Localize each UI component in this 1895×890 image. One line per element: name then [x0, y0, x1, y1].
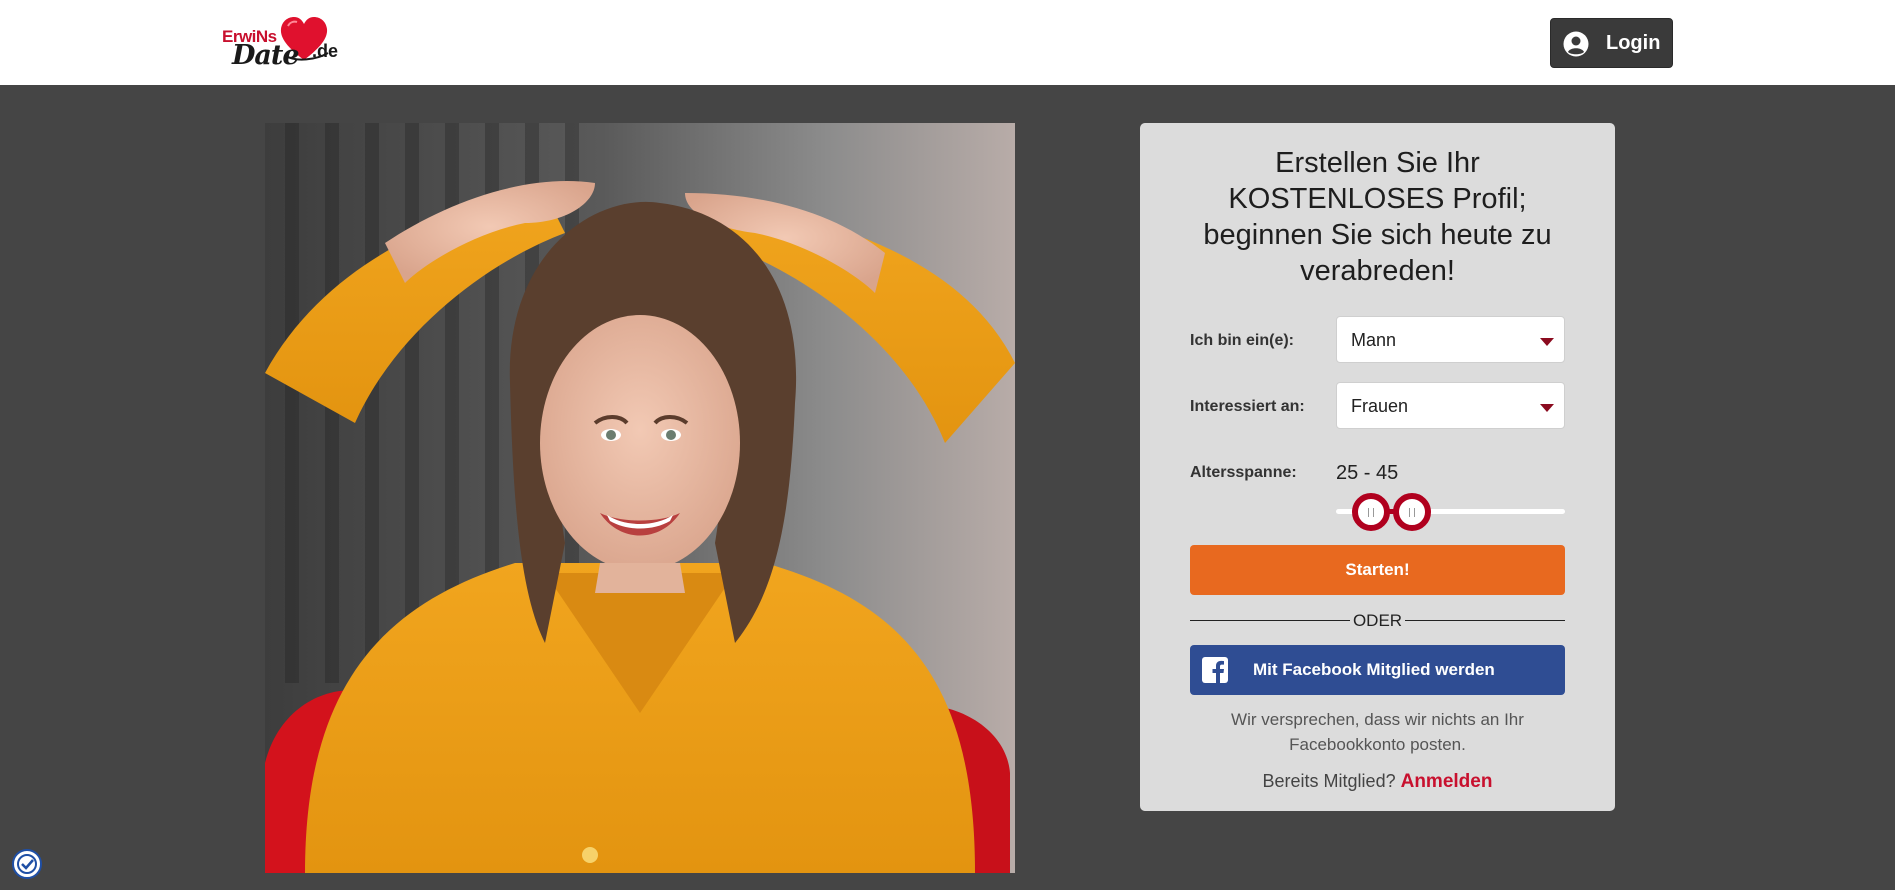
facebook-icon: [1202, 657, 1228, 683]
gender-select-value: Mann: [1351, 330, 1397, 350]
gender-select[interactable]: Mann: [1336, 316, 1565, 363]
age-range-label: Altersspanne:: [1190, 464, 1297, 481]
logo-tld: .de: [312, 41, 339, 61]
signup-card: Erstellen Sie Ihr KOSTENLOSES Profil; be…: [1140, 123, 1615, 811]
grip-icon: [1409, 508, 1416, 517]
signup-title: Erstellen Sie Ihr KOSTENLOSES Profil; be…: [1203, 147, 1552, 287]
gender-label: Ich bin ein(e):: [1190, 332, 1294, 349]
already-member-text: Bereits Mitglied?: [1262, 771, 1396, 791]
hero-photo: [265, 123, 1015, 873]
caret-down-icon: [1540, 338, 1554, 346]
facebook-signup-button[interactable]: Mit Facebook Mitglied werden: [1190, 645, 1565, 695]
site-logo[interactable]: ErwiNs Date .de: [220, 16, 340, 72]
hero-photo-illustration: [265, 123, 1015, 873]
age-max-handle[interactable]: [1393, 493, 1432, 531]
login-button[interactable]: Login: [1550, 18, 1673, 68]
interest-select-value: Frauen: [1351, 396, 1409, 416]
site-header: ErwiNs Date .de Login: [0, 0, 1895, 85]
already-member-row: Bereits Mitglied? Anmelden: [1140, 771, 1615, 793]
signin-link[interactable]: Anmelden: [1401, 771, 1493, 792]
start-button[interactable]: Starten!: [1190, 545, 1565, 595]
facebook-signup-label: Mit Facebook Mitglied werden: [1253, 660, 1495, 679]
age-range-slider[interactable]: [1336, 493, 1565, 531]
interest-select[interactable]: Frauen: [1336, 382, 1565, 429]
logo-word-date: Date: [232, 40, 300, 71]
user-circle-icon: [1563, 31, 1589, 57]
trust-badge[interactable]: [12, 849, 42, 879]
interest-label: Interessiert an:: [1190, 398, 1305, 415]
or-label: ODER: [1350, 611, 1405, 630]
age-range-value: 25 - 45: [1336, 462, 1399, 484]
login-label: Login: [1606, 32, 1661, 54]
grip-icon: [1367, 508, 1374, 517]
check-shield-icon: [17, 854, 37, 874]
or-divider: ODER: [1190, 610, 1565, 630]
age-min-handle[interactable]: [1351, 493, 1390, 531]
caret-down-icon: [1540, 404, 1554, 412]
facebook-promise-text: Wir versprechen, dass wir nichts an Ihr …: [1231, 710, 1524, 754]
